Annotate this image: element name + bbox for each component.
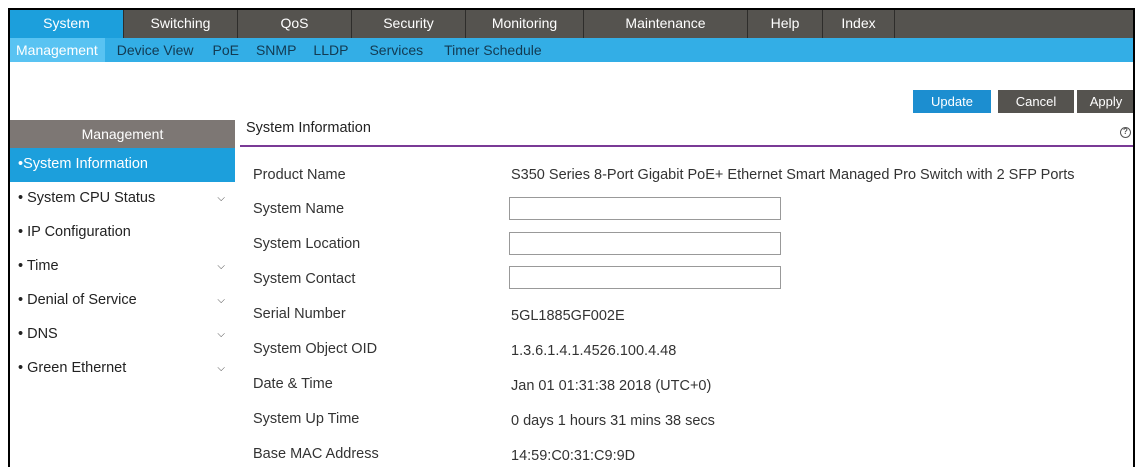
subnav-snmp[interactable]: SNMP [246,38,303,62]
tab-maintenance[interactable]: Maintenance [584,10,748,38]
system-location-input[interactable] [509,232,781,255]
sidebar-item-label: IP Configuration [27,224,131,240]
product-name-value: S350 Series 8-Port Gigabit PoE+ Ethernet… [511,167,1075,183]
sidebar-item-system-information[interactable]: •System Information [10,148,235,182]
section-title: System Information [240,118,377,147]
tab-switching[interactable]: Switching [124,10,238,38]
subnav-timer-schedule[interactable]: Timer Schedule [430,38,549,62]
bullet-icon: • [18,190,28,206]
system-name-label: System Name [253,201,345,217]
system-contact-input[interactable] [509,266,781,289]
system-up-time-label: System Up Time [253,411,360,427]
update-button[interactable]: Update [913,90,991,113]
system-contact-label: System Contact [253,271,356,287]
tab-empty [895,10,1133,38]
tab-monitoring[interactable]: Monitoring [466,10,584,38]
sidebar-item-system-cpu-status[interactable]: • System CPU Status ⌵ [10,182,235,216]
tab-help[interactable]: Help [748,10,823,38]
apply-button[interactable]: Apply [1077,90,1133,113]
top-nav: System Switching QoS Security Monitoring… [10,10,1133,38]
help-circle-icon[interactable]: ? [1120,127,1131,138]
section-header: System Information ? [240,118,1133,147]
sidebar-item-label: System Information [23,156,148,172]
bullet-icon: • [18,326,28,342]
serial-number-label: Serial Number [253,306,346,322]
sidebar-item-green-ethernet[interactable]: • Green Ethernet ⌵ [10,352,235,386]
tab-qos[interactable]: QoS [238,10,352,38]
sidebar-item-label: Time [26,258,59,274]
sidebar-item-label: DNS [27,326,58,342]
subnav-lldp[interactable]: LLDP [303,38,355,62]
product-name-label: Product Name [253,167,346,183]
sidebar: Management •System Information • System … [10,120,235,386]
tab-index[interactable]: Index [823,10,895,38]
chevron-down-icon[interactable]: ⌵ [217,318,225,351]
bullet-icon: • [18,360,28,376]
sidebar-item-label: Green Ethernet [27,360,127,376]
date-time-value: Jan 01 01:31:38 2018 (UTC+0) [511,378,712,394]
sub-nav: Management Device View PoE SNMP LLDP Ser… [10,38,1133,62]
sidebar-item-ip-configuration[interactable]: • IP Configuration [10,216,235,250]
cancel-button[interactable]: Cancel [998,90,1074,113]
sidebar-item-label: System CPU Status [27,190,156,206]
system-object-oid-label: System Object OID [253,341,378,357]
system-object-oid-value: 1.3.6.1.4.1.4526.100.4.48 [511,343,677,359]
system-name-input[interactable] [509,197,781,220]
base-mac-address-label: Base MAC Address [253,446,379,462]
date-time-label: Date & Time [253,376,333,392]
sidebar-item-denial-of-service[interactable]: • Denial of Service ⌵ [10,284,235,318]
base-mac-address-value: 14:59:C0:31:C9:9D [511,448,636,464]
sidebar-item-time[interactable]: • Time ⌵ [10,250,235,284]
bullet-icon: • [18,224,28,240]
sidebar-item-dns[interactable]: • DNS ⌵ [10,318,235,352]
bullet-icon: • [18,292,28,308]
chevron-down-icon[interactable]: ⌵ [217,250,225,283]
chevron-down-icon[interactable]: ⌵ [217,182,225,215]
subnav-management[interactable]: Management [10,38,105,62]
app-frame: System Switching QoS Security Monitoring… [8,8,1135,467]
chevron-down-icon[interactable]: ⌵ [217,352,225,385]
tab-system[interactable]: System [10,10,124,38]
subnav-device-view[interactable]: Device View [105,38,201,62]
sidebar-item-label: Denial of Service [27,292,137,308]
tab-security[interactable]: Security [352,10,466,38]
system-up-time-value: 0 days 1 hours 31 mins 38 secs [511,413,715,429]
subnav-poe[interactable]: PoE [201,38,246,62]
sidebar-header: Management [10,120,235,148]
system-location-label: System Location [253,236,361,252]
chevron-down-icon[interactable]: ⌵ [217,284,225,317]
serial-number-value: 5GL1885GF002E [511,308,625,324]
subnav-services[interactable]: Services [355,38,430,62]
bullet-icon: • [18,258,27,274]
